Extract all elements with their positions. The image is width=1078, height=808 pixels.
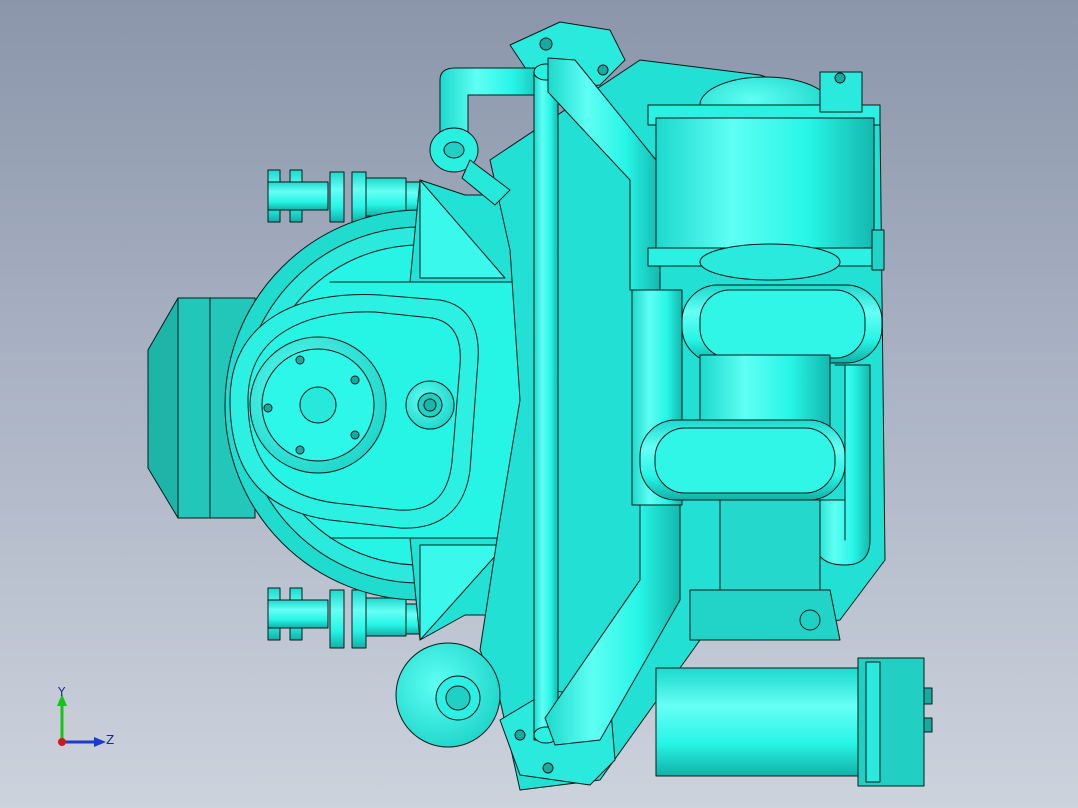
lower-tank [639,419,846,501]
lower-pulley [395,642,501,748]
oval-cover [229,293,479,529]
z-axis-label: Z [106,733,114,747]
triad-plane [62,708,96,742]
y-axis-label: Y [57,686,66,699]
triad-origin [58,738,66,746]
upper-tank [681,284,883,364]
starter-motor [655,657,933,787]
vertical-pipe [533,63,559,744]
coordinate-triad: Y Z [57,686,114,747]
3d-viewport[interactable]: Y Z [0,0,1078,808]
z-axis-arrow [94,737,106,747]
engine-assembly-model[interactable] [0,0,1078,808]
